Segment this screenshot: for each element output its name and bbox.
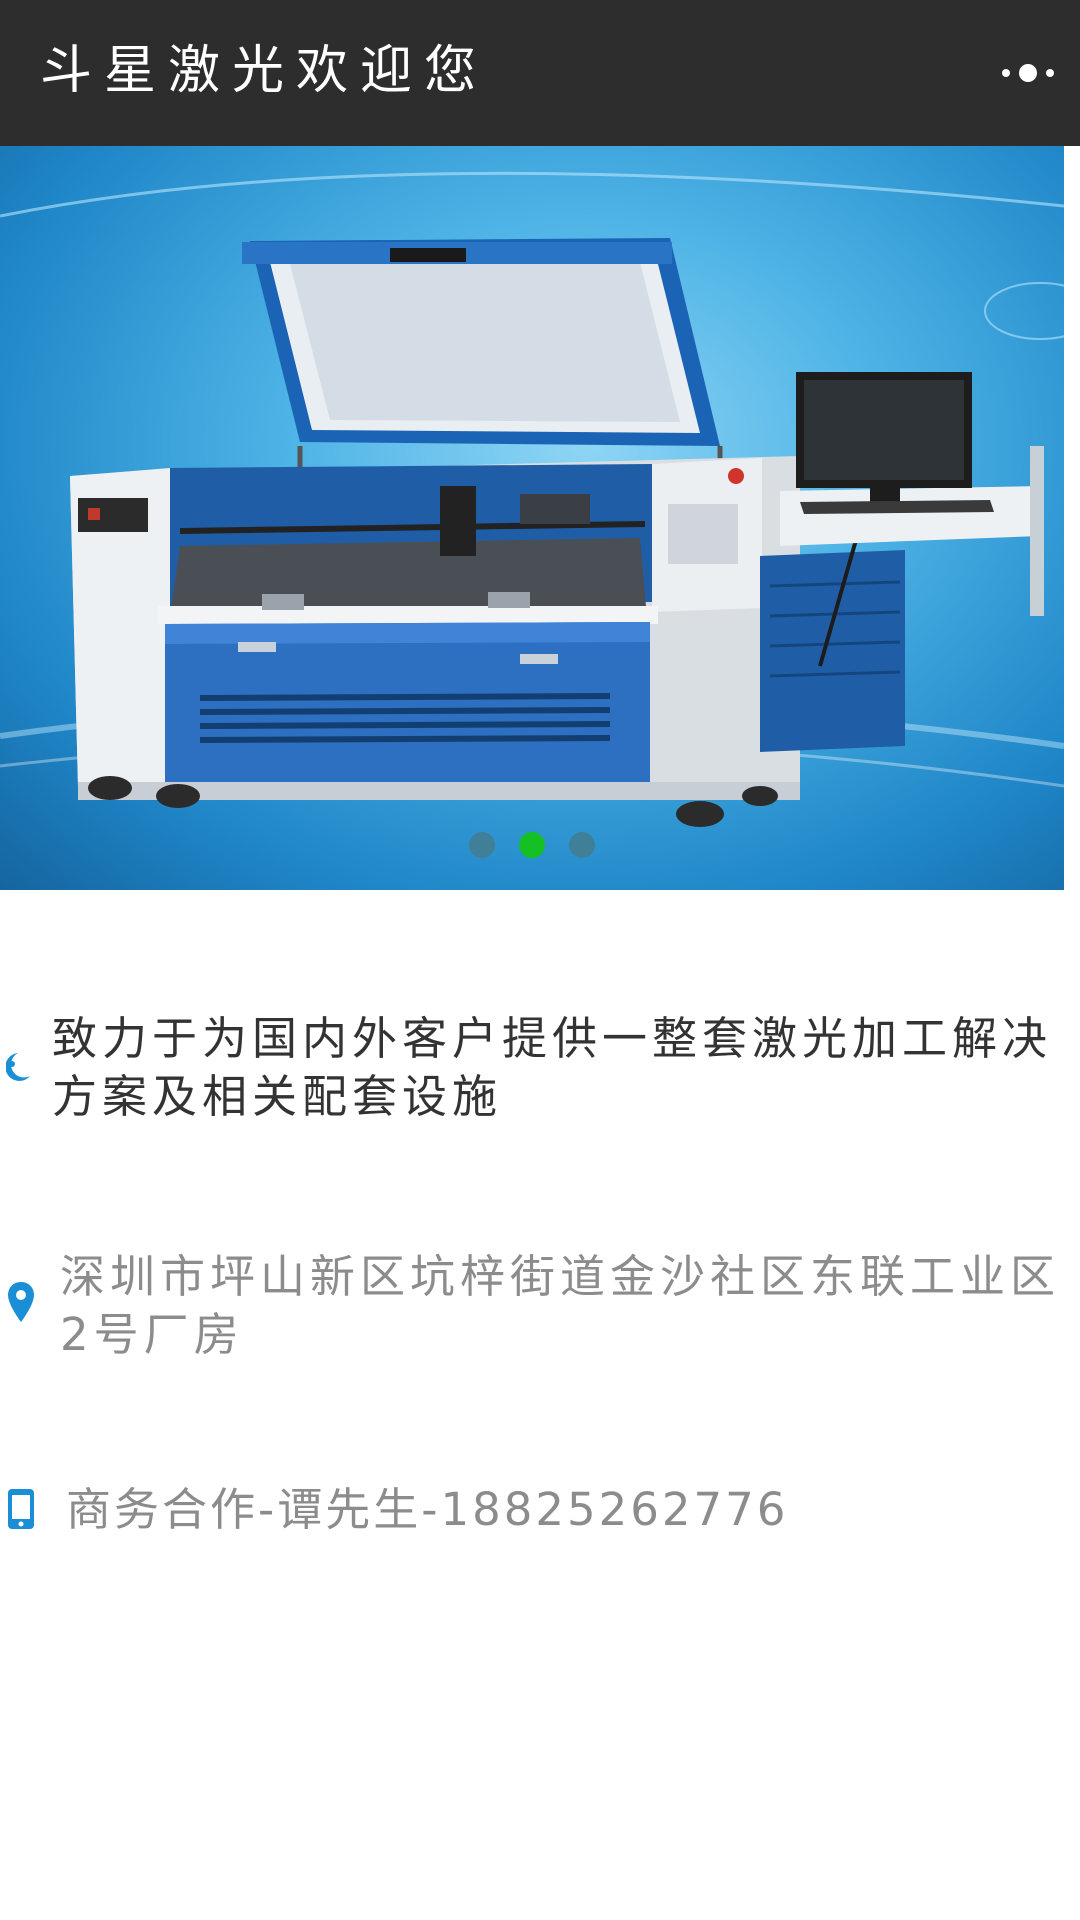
laser-cutting-machine-image [0, 171, 1064, 827]
mobile-phone-icon [8, 1489, 34, 1529]
carousel-dot-1[interactable] [469, 832, 495, 858]
page-title: 斗星激光欢迎您 [40, 41, 489, 101]
location-pin-icon [8, 1282, 34, 1322]
header-bar: 斗星激光欢迎您 [0, 0, 1080, 146]
address-text[interactable]: 深圳市坪山新区坑梓街道金沙社区东联工业区2号厂房 [60, 1248, 1076, 1364]
contact-text[interactable]: 商务合作-谭先生-18825262776 [66, 1481, 1066, 1539]
address-row[interactable]: 深圳市坪山新区坑梓街道金沙社区东联工业区2号厂房 [0, 1242, 1080, 1372]
banner-carousel[interactable] [0, 146, 1064, 890]
slogan-row: 致力于为国内外客户提供一整套激光加工解决方案及相关配套设施 [0, 1002, 1080, 1132]
more-dots-icon[interactable] [990, 48, 1066, 98]
moon-icon [6, 1053, 30, 1081]
carousel-indicators [0, 832, 1064, 862]
contact-row[interactable]: 商务合作-谭先生-18825262776 [0, 1475, 1080, 1545]
slogan-text: 致力于为国内外客户提供一整套激光加工解决方案及相关配套设施 [52, 1012, 1053, 1123]
carousel-dot-2[interactable] [519, 832, 545, 858]
carousel-dot-3[interactable] [569, 832, 595, 858]
